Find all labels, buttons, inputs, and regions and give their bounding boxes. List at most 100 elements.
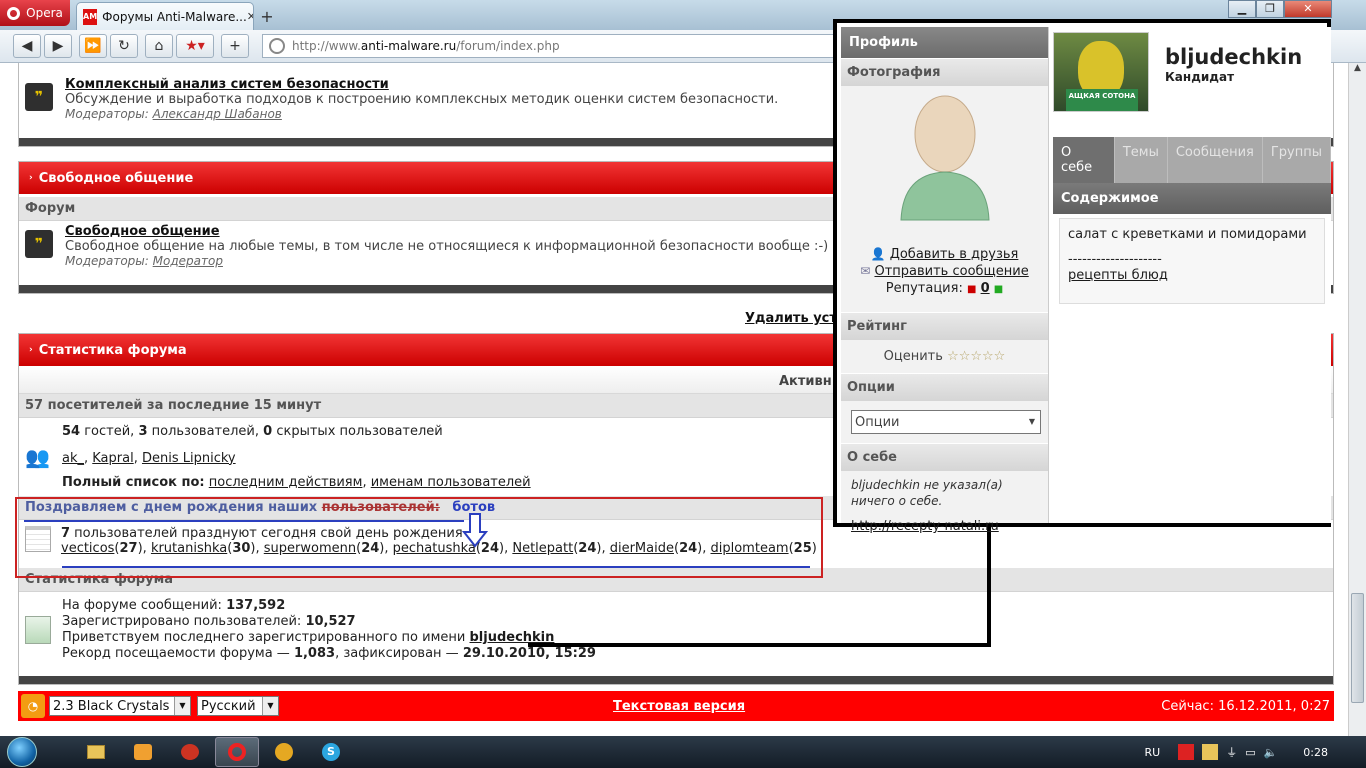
moderator-link[interactable]: Модератор: [153, 254, 223, 268]
maximize-icon[interactable]: ❐: [1256, 0, 1284, 18]
home-icon[interactable]: ⌂: [145, 34, 173, 58]
opera-taskbar-icon[interactable]: [215, 737, 259, 767]
forum-quote-icon: ❞: [25, 230, 53, 258]
network-icon[interactable]: ▭: [1245, 746, 1255, 759]
profile-username: bljudechkin: [1165, 45, 1303, 69]
content-link[interactable]: рецепты блюд: [1068, 268, 1316, 284]
browser-tab[interactable]: AM Форумы Anti-Malware... ✕: [76, 2, 254, 30]
reputation-value[interactable]: 0: [981, 281, 990, 296]
start-button[interactable]: [0, 736, 44, 768]
user-silhouette-icon: [900, 95, 990, 221]
online-user[interactable]: ak_: [62, 451, 84, 466]
bookmarks-icon[interactable]: ★▾: [176, 34, 214, 58]
skype-icon[interactable]: S: [309, 737, 353, 767]
chevron-down-icon: ▼: [174, 697, 190, 715]
about-link[interactable]: http://recepty-natali.ru: [841, 515, 1048, 538]
send-message-link[interactable]: Отправить сообщение: [874, 264, 1028, 279]
forum-footer-bar: ◔ 2.3 Black Crystals ▼ Русский ▼ Текстовая…: [18, 691, 1334, 721]
rating-header: Рейтинг: [841, 312, 1048, 340]
explorer-icon[interactable]: [74, 737, 118, 767]
windows-taskbar: S RU ⏚ ▭ 🔈 0:28: [0, 736, 1366, 768]
default-avatar: [841, 86, 1048, 246]
page-scrollbar[interactable]: ▲: [1348, 63, 1366, 736]
globe-icon: [269, 38, 285, 54]
envelope-icon: ✉: [860, 264, 871, 278]
tab-posts[interactable]: Сообщения: [1168, 137, 1263, 183]
users-online-icon: 👥: [25, 445, 50, 469]
forum-quote-icon: ❞: [25, 83, 53, 111]
app2-icon[interactable]: [262, 737, 306, 767]
rating-stars[interactable]: ☆☆☆☆☆: [947, 349, 1005, 364]
forum-title-free[interactable]: Свободное общение: [65, 224, 828, 239]
scroll-thumb[interactable]: [1351, 593, 1364, 703]
stats-chart-icon: [25, 616, 51, 644]
list-by-action-link[interactable]: последним действиям: [209, 475, 363, 490]
profile-right-column: АЩКАЯ СОТОНА bljudechkin Кандидат О себе…: [1053, 27, 1331, 523]
skin-select[interactable]: 2.3 Black Crystals ▼: [49, 696, 191, 716]
minimize-icon[interactable]: ▁: [1228, 0, 1256, 18]
back-icon[interactable]: ◀: [13, 34, 41, 58]
tray-icon[interactable]: [1202, 744, 1219, 760]
reload-icon[interactable]: ↻: [110, 34, 138, 58]
new-tab-icon[interactable]: +: [258, 8, 276, 26]
add-friend-link[interactable]: Добавить в друзья: [890, 247, 1019, 262]
add-bookmark-icon[interactable]: +: [221, 34, 249, 58]
close-window-icon[interactable]: ✕: [1284, 0, 1332, 18]
photo-header: Фотография: [841, 58, 1048, 86]
moderator-link[interactable]: Александр Шабанов: [153, 107, 282, 121]
tab-groups[interactable]: Группы: [1263, 137, 1331, 183]
chevron-down-icon: ▼: [262, 697, 278, 715]
online-user[interactable]: Denis Lipnicky: [142, 451, 236, 466]
photo-caption: АЩКАЯ СОТОНА: [1066, 89, 1138, 111]
active-users-label: Активн: [779, 374, 832, 389]
language-indicator[interactable]: RU: [1144, 746, 1160, 759]
annotation-underline: [62, 566, 810, 568]
address-bar[interactable]: http://www. anti-malware.ru/forum/index.p…: [262, 34, 842, 58]
online-user[interactable]: Kapral: [92, 451, 133, 466]
rep-down-icon[interactable]: ■: [967, 284, 976, 295]
options-header: Опции: [841, 373, 1048, 401]
media-player-icon[interactable]: [121, 737, 165, 767]
profile-tabs: О себе Темы Сообщения Группы: [1053, 137, 1331, 183]
content-separator: --------------------: [1068, 252, 1162, 267]
app-icon[interactable]: [168, 737, 212, 767]
chevron-right-icon: ›: [29, 345, 33, 355]
current-time: Сейчас: 16.12.2011, 0:27: [1161, 698, 1330, 714]
options-select[interactable]: Опции ▼: [851, 410, 1041, 434]
chevron-down-icon: ▼: [1024, 411, 1040, 433]
about-text: bljudechkin не указал(а) ничего о себе.: [851, 478, 1003, 508]
window-buttons: ▁ ❐ ✕: [1228, 0, 1332, 18]
windows-logo-icon: [7, 737, 37, 767]
forum-title-complex[interactable]: Комплексный анализ систем безопасности: [65, 77, 778, 92]
tab-about[interactable]: О себе: [1053, 137, 1115, 183]
annotation-underline: [24, 520, 464, 522]
list-by-name-link[interactable]: именам пользователей: [371, 475, 531, 490]
annotation-connector-line: [987, 527, 991, 647]
profile-left-column: Профиль Фотография 👤 Добавить в друзья ✉…: [841, 27, 1049, 534]
text-version-link[interactable]: Текстовая версия: [613, 699, 745, 714]
opera-menu-button[interactable]: Opera: [0, 0, 70, 26]
profile-popup: Профиль Фотография 👤 Добавить в друзья ✉…: [833, 19, 1331, 534]
add-friend-icon: 👤: [870, 247, 886, 261]
language-select[interactable]: Русский ▼: [197, 696, 279, 716]
annotation-arrow-down-icon: [462, 513, 488, 548]
favicon-icon: AM: [83, 8, 98, 25]
chevron-right-icon: ›: [29, 173, 33, 183]
annotation-connector-line: [528, 643, 991, 647]
rss-icon[interactable]: ◔: [21, 694, 45, 718]
scroll-up-icon[interactable]: ▲: [1349, 63, 1366, 80]
safely-remove-icon[interactable]: ⏚: [1226, 744, 1237, 760]
volume-icon[interactable]: 🔈: [1264, 746, 1278, 759]
close-tab-icon[interactable]: ✕: [247, 10, 253, 23]
fast-forward-icon[interactable]: ⏩: [79, 34, 107, 58]
antivirus-tray-icon[interactable]: [1178, 744, 1195, 760]
tab-topics[interactable]: Темы: [1115, 137, 1168, 183]
opera-logo-icon: [7, 6, 21, 20]
clock[interactable]: 0:28: [1303, 746, 1328, 759]
rep-up-icon[interactable]: ■: [994, 284, 1003, 295]
profile-header: Профиль: [841, 27, 1048, 58]
forum-desc: Свободное общение на любые темы, в том ч…: [65, 239, 829, 254]
delete-cookies-link[interactable]: Удалить уста: [745, 311, 846, 326]
content-text: салат с креветками и помидорами: [1068, 227, 1307, 242]
forward-icon[interactable]: ▶: [44, 34, 72, 58]
